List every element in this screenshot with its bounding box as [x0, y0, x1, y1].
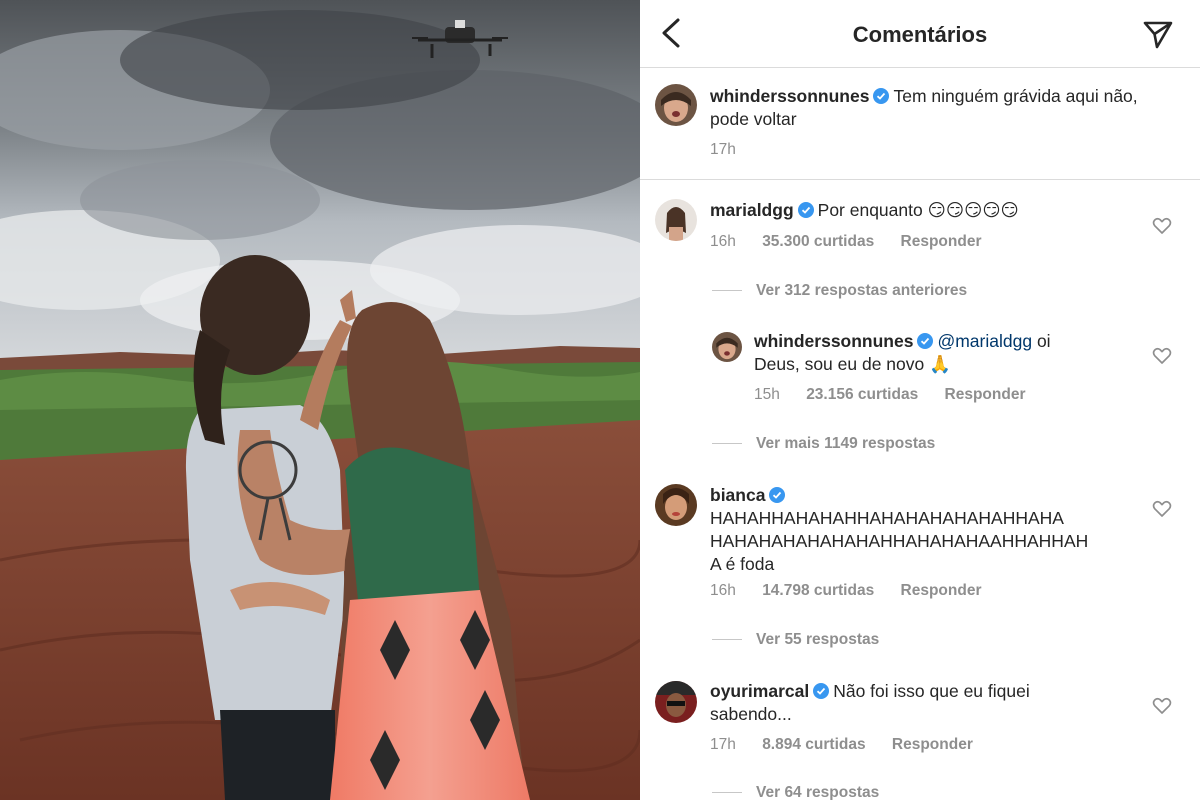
comment-text-line1: Não foi isso que eu fiquei [833, 681, 1030, 701]
view-more-label: Ver mais 1149 respostas [756, 435, 936, 452]
heart-icon[interactable] [1152, 346, 1172, 366]
view-replies-link[interactable]: Ver 312 respostas anteriores [712, 282, 967, 300]
comments-panel: Comentários whinderssonnunes Tem ninguém … [640, 0, 1200, 800]
divider-line [712, 290, 742, 292]
avatar[interactable] [655, 199, 697, 241]
verified-badge-icon [917, 332, 934, 349]
verified-badge-icon [769, 486, 786, 503]
reply-time: 15h [754, 386, 780, 403]
reply-button[interactable]: Responder [945, 386, 1026, 403]
view-replies-link[interactable]: Ver 64 respostas [712, 784, 879, 800]
reply-text-line2: Deus, sou eu de novo 🙏 [754, 354, 951, 374]
view-replies-link[interactable]: Ver 55 respostas [712, 631, 879, 649]
verified-badge-icon [797, 201, 814, 218]
comment-likes[interactable]: 14.798 curtidas [762, 582, 874, 599]
reply-likes[interactable]: 23.156 curtidas [806, 386, 918, 403]
divider-line [712, 639, 742, 641]
view-replies-label: Ver 55 respostas [756, 631, 880, 648]
post-photo [0, 0, 640, 800]
heart-icon[interactable] [1152, 696, 1172, 716]
verified-badge-icon [873, 87, 890, 104]
comment-likes[interactable]: 35.300 curtidas [762, 233, 874, 250]
post-caption: whinderssonnunes Tem ninguém grávida aqui… [640, 68, 1200, 180]
reply-text-line1: oi [1036, 331, 1051, 351]
caption-time: 17h [710, 141, 736, 158]
heart-icon[interactable] [1152, 499, 1172, 519]
heart-icon[interactable] [1152, 216, 1172, 236]
divider-line [712, 792, 742, 794]
comment-username[interactable]: oyurimarcal [710, 681, 809, 701]
reply-username[interactable]: whinderssonnunes [754, 331, 913, 351]
comment-likes[interactable]: 8.894 curtidas [762, 736, 865, 753]
comment-text-line3: A é foda [710, 554, 775, 574]
reply-button[interactable]: Responder [892, 736, 973, 753]
comment-text-line2: HAHAHAHAHAHAHAHHAHAHAHAAHHAHHAH [710, 531, 1089, 551]
comment-time: 17h [710, 736, 736, 753]
view-replies-label: Ver 312 respostas anteriores [756, 282, 968, 299]
view-more-replies-link[interactable]: Ver mais 1149 respostas [712, 435, 935, 453]
caption-username[interactable]: whinderssonnunes [710, 86, 869, 106]
reply-button[interactable]: Responder [901, 582, 982, 599]
comment-username[interactable]: marialdgg [710, 200, 794, 220]
comment-time: 16h [710, 233, 736, 250]
comment-text-line1: HAHAHHAHAHAHHAHAHAHAHAHAHHAHA [710, 508, 1064, 528]
comment-time: 16h [710, 582, 736, 599]
comment-text-line2: sabendo... [710, 704, 792, 724]
caption-text-line1: Tem ninguém grávida aqui não, [893, 86, 1138, 106]
avatar[interactable] [712, 332, 742, 362]
avatar[interactable] [655, 84, 697, 126]
comments-header: Comentários [640, 0, 1200, 68]
verified-badge-icon [813, 682, 830, 699]
avatar[interactable] [655, 681, 697, 723]
divider-line [712, 443, 742, 445]
caption-text-line2: pode voltar [710, 109, 797, 129]
reply-button[interactable]: Responder [901, 233, 982, 250]
view-replies-label: Ver 64 respostas [756, 784, 880, 800]
page-title: Comentários [852, 22, 988, 47]
paper-plane-icon[interactable] [1142, 18, 1174, 50]
comment-text: Por enquanto 😏😏😏😏😏 [817, 200, 1019, 220]
comment-username[interactable]: bianca [710, 485, 765, 505]
mention-link[interactable]: @marialdgg [937, 331, 1032, 351]
avatar[interactable] [655, 484, 697, 526]
